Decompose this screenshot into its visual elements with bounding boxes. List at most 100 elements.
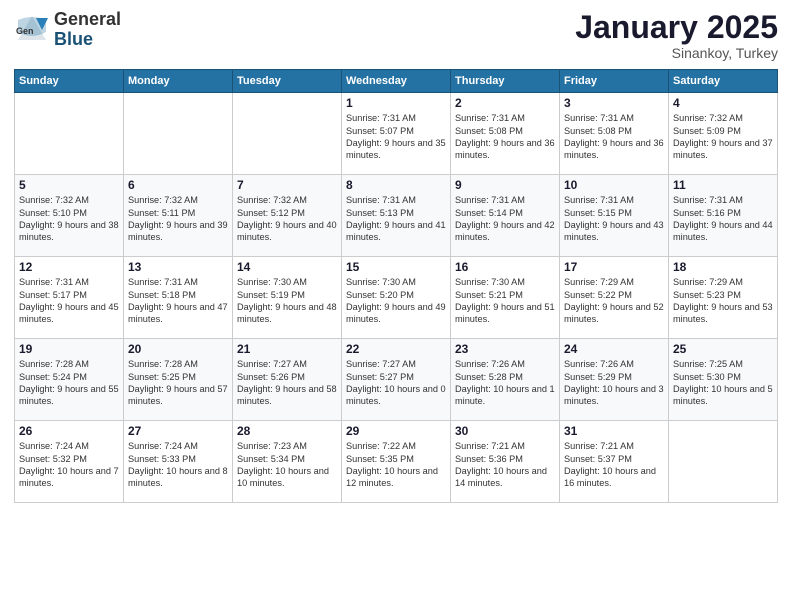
table-row: 10 Sunrise: 7:31 AM Sunset: 5:15 PM Dayli… bbox=[560, 175, 669, 257]
day-info: Sunrise: 7:31 AM Sunset: 5:08 PM Dayligh… bbox=[564, 112, 664, 162]
table-row bbox=[15, 93, 124, 175]
day-info: Sunrise: 7:31 AM Sunset: 5:08 PM Dayligh… bbox=[455, 112, 555, 162]
table-row: 31 Sunrise: 7:21 AM Sunset: 5:37 PM Dayli… bbox=[560, 421, 669, 503]
location-subtitle: Sinankoy, Turkey bbox=[575, 45, 778, 61]
table-row: 20 Sunrise: 7:28 AM Sunset: 5:25 PM Dayli… bbox=[124, 339, 233, 421]
header: Gen General Blue January 2025 Sinankoy, … bbox=[14, 10, 778, 61]
day-info: Sunrise: 7:24 AM Sunset: 5:33 PM Dayligh… bbox=[128, 440, 228, 490]
header-saturday: Saturday bbox=[669, 70, 778, 93]
table-row: 2 Sunrise: 7:31 AM Sunset: 5:08 PM Daylig… bbox=[451, 93, 560, 175]
header-wednesday: Wednesday bbox=[342, 70, 451, 93]
calendar-week-5: 26 Sunrise: 7:24 AM Sunset: 5:32 PM Dayli… bbox=[15, 421, 778, 503]
day-number: 30 bbox=[455, 424, 555, 438]
day-info: Sunrise: 7:32 AM Sunset: 5:11 PM Dayligh… bbox=[128, 194, 228, 244]
day-number: 19 bbox=[19, 342, 119, 356]
day-number: 5 bbox=[19, 178, 119, 192]
table-row: 5 Sunrise: 7:32 AM Sunset: 5:10 PM Daylig… bbox=[15, 175, 124, 257]
logo-text: General Blue bbox=[54, 10, 121, 50]
day-number: 6 bbox=[128, 178, 228, 192]
table-row: 25 Sunrise: 7:25 AM Sunset: 5:30 PM Dayli… bbox=[669, 339, 778, 421]
day-info: Sunrise: 7:25 AM Sunset: 5:30 PM Dayligh… bbox=[673, 358, 773, 408]
table-row: 3 Sunrise: 7:31 AM Sunset: 5:08 PM Daylig… bbox=[560, 93, 669, 175]
day-info: Sunrise: 7:31 AM Sunset: 5:17 PM Dayligh… bbox=[19, 276, 119, 326]
day-number: 1 bbox=[346, 96, 446, 110]
day-info: Sunrise: 7:31 AM Sunset: 5:07 PM Dayligh… bbox=[346, 112, 446, 162]
day-info: Sunrise: 7:30 AM Sunset: 5:21 PM Dayligh… bbox=[455, 276, 555, 326]
day-number: 9 bbox=[455, 178, 555, 192]
day-info: Sunrise: 7:30 AM Sunset: 5:19 PM Dayligh… bbox=[237, 276, 337, 326]
table-row: 26 Sunrise: 7:24 AM Sunset: 5:32 PM Dayli… bbox=[15, 421, 124, 503]
day-info: Sunrise: 7:26 AM Sunset: 5:29 PM Dayligh… bbox=[564, 358, 664, 408]
day-number: 16 bbox=[455, 260, 555, 274]
table-row: 14Sunrise: 7:30 AM Sunset: 5:19 PM Dayli… bbox=[233, 257, 342, 339]
day-info: Sunrise: 7:23 AM Sunset: 5:34 PM Dayligh… bbox=[237, 440, 337, 490]
table-row bbox=[124, 93, 233, 175]
table-row: 27 Sunrise: 7:24 AM Sunset: 5:33 PM Dayli… bbox=[124, 421, 233, 503]
header-thursday: Thursday bbox=[451, 70, 560, 93]
calendar-header-row: Sunday Monday Tuesday Wednesday Thursday… bbox=[15, 70, 778, 93]
day-info: Sunrise: 7:24 AM Sunset: 5:32 PM Dayligh… bbox=[19, 440, 119, 490]
day-info: Sunrise: 7:30 AM Sunset: 5:20 PM Dayligh… bbox=[346, 276, 446, 326]
table-row: 18Sunrise: 7:29 AM Sunset: 5:23 PM Dayli… bbox=[669, 257, 778, 339]
table-row bbox=[233, 93, 342, 175]
day-info: Sunrise: 7:32 AM Sunset: 5:09 PM Dayligh… bbox=[673, 112, 773, 162]
table-row: 16 Sunrise: 7:30 AM Sunset: 5:21 PM Dayli… bbox=[451, 257, 560, 339]
table-row: 7Sunrise: 7:32 AM Sunset: 5:12 PM Daylig… bbox=[233, 175, 342, 257]
table-row: 22Sunrise: 7:27 AM Sunset: 5:27 PM Dayli… bbox=[342, 339, 451, 421]
logo-blue-text: Blue bbox=[54, 30, 121, 50]
day-number: 17 bbox=[564, 260, 664, 274]
table-row: 30 Sunrise: 7:21 AM Sunset: 5:36 PM Dayli… bbox=[451, 421, 560, 503]
day-number: 31 bbox=[564, 424, 664, 438]
header-monday: Monday bbox=[124, 70, 233, 93]
day-number: 22 bbox=[346, 342, 446, 356]
calendar-week-2: 5 Sunrise: 7:32 AM Sunset: 5:10 PM Daylig… bbox=[15, 175, 778, 257]
table-row bbox=[669, 421, 778, 503]
day-info: Sunrise: 7:31 AM Sunset: 5:13 PM Dayligh… bbox=[346, 194, 446, 244]
day-number: 12 bbox=[19, 260, 119, 274]
table-row: 13Sunrise: 7:31 AM Sunset: 5:18 PM Dayli… bbox=[124, 257, 233, 339]
table-row: 24 Sunrise: 7:26 AM Sunset: 5:29 PM Dayli… bbox=[560, 339, 669, 421]
day-number: 29 bbox=[346, 424, 446, 438]
table-row: 12 Sunrise: 7:31 AM Sunset: 5:17 PM Dayli… bbox=[15, 257, 124, 339]
day-info: Sunrise: 7:28 AM Sunset: 5:25 PM Dayligh… bbox=[128, 358, 228, 408]
calendar-week-4: 19Sunrise: 7:28 AM Sunset: 5:24 PM Dayli… bbox=[15, 339, 778, 421]
day-number: 26 bbox=[19, 424, 119, 438]
table-row: 19Sunrise: 7:28 AM Sunset: 5:24 PM Dayli… bbox=[15, 339, 124, 421]
calendar-table: Sunday Monday Tuesday Wednesday Thursday… bbox=[14, 69, 778, 503]
logo: Gen General Blue bbox=[14, 10, 121, 50]
day-number: 8 bbox=[346, 178, 446, 192]
day-info: Sunrise: 7:21 AM Sunset: 5:36 PM Dayligh… bbox=[455, 440, 555, 490]
table-row: 23Sunrise: 7:26 AM Sunset: 5:28 PM Dayli… bbox=[451, 339, 560, 421]
calendar-week-1: 1 Sunrise: 7:31 AM Sunset: 5:07 PM Daylig… bbox=[15, 93, 778, 175]
svg-text:Gen: Gen bbox=[16, 26, 34, 36]
day-number: 20 bbox=[128, 342, 228, 356]
day-info: Sunrise: 7:32 AM Sunset: 5:10 PM Dayligh… bbox=[19, 194, 119, 244]
table-row: 28 Sunrise: 7:23 AM Sunset: 5:34 PM Dayli… bbox=[233, 421, 342, 503]
day-number: 4 bbox=[673, 96, 773, 110]
day-number: 24 bbox=[564, 342, 664, 356]
day-number: 3 bbox=[564, 96, 664, 110]
day-number: 27 bbox=[128, 424, 228, 438]
table-row: 1 Sunrise: 7:31 AM Sunset: 5:07 PM Daylig… bbox=[342, 93, 451, 175]
day-number: 2 bbox=[455, 96, 555, 110]
day-info: Sunrise: 7:31 AM Sunset: 5:15 PM Dayligh… bbox=[564, 194, 664, 244]
day-number: 28 bbox=[237, 424, 337, 438]
day-number: 25 bbox=[673, 342, 773, 356]
day-number: 7 bbox=[237, 178, 337, 192]
table-row: 29 Sunrise: 7:22 AM Sunset: 5:35 PM Dayli… bbox=[342, 421, 451, 503]
day-number: 15 bbox=[346, 260, 446, 274]
table-row: 8 Sunrise: 7:31 AM Sunset: 5:13 PM Daylig… bbox=[342, 175, 451, 257]
logo-icon: Gen bbox=[14, 12, 50, 48]
day-info: Sunrise: 7:22 AM Sunset: 5:35 PM Dayligh… bbox=[346, 440, 446, 490]
day-info: Sunrise: 7:31 AM Sunset: 5:14 PM Dayligh… bbox=[455, 194, 555, 244]
day-info: Sunrise: 7:29 AM Sunset: 5:23 PM Dayligh… bbox=[673, 276, 773, 326]
day-number: 21 bbox=[237, 342, 337, 356]
table-row: 6 Sunrise: 7:32 AM Sunset: 5:11 PM Daylig… bbox=[124, 175, 233, 257]
day-info: Sunrise: 7:31 AM Sunset: 5:18 PM Dayligh… bbox=[128, 276, 228, 326]
day-number: 10 bbox=[564, 178, 664, 192]
day-info: Sunrise: 7:29 AM Sunset: 5:22 PM Dayligh… bbox=[564, 276, 664, 326]
table-row: 4 Sunrise: 7:32 AM Sunset: 5:09 PM Daylig… bbox=[669, 93, 778, 175]
day-info: Sunrise: 7:21 AM Sunset: 5:37 PM Dayligh… bbox=[564, 440, 664, 490]
table-row: 9 Sunrise: 7:31 AM Sunset: 5:14 PM Daylig… bbox=[451, 175, 560, 257]
table-row: 11Sunrise: 7:31 AM Sunset: 5:16 PM Dayli… bbox=[669, 175, 778, 257]
